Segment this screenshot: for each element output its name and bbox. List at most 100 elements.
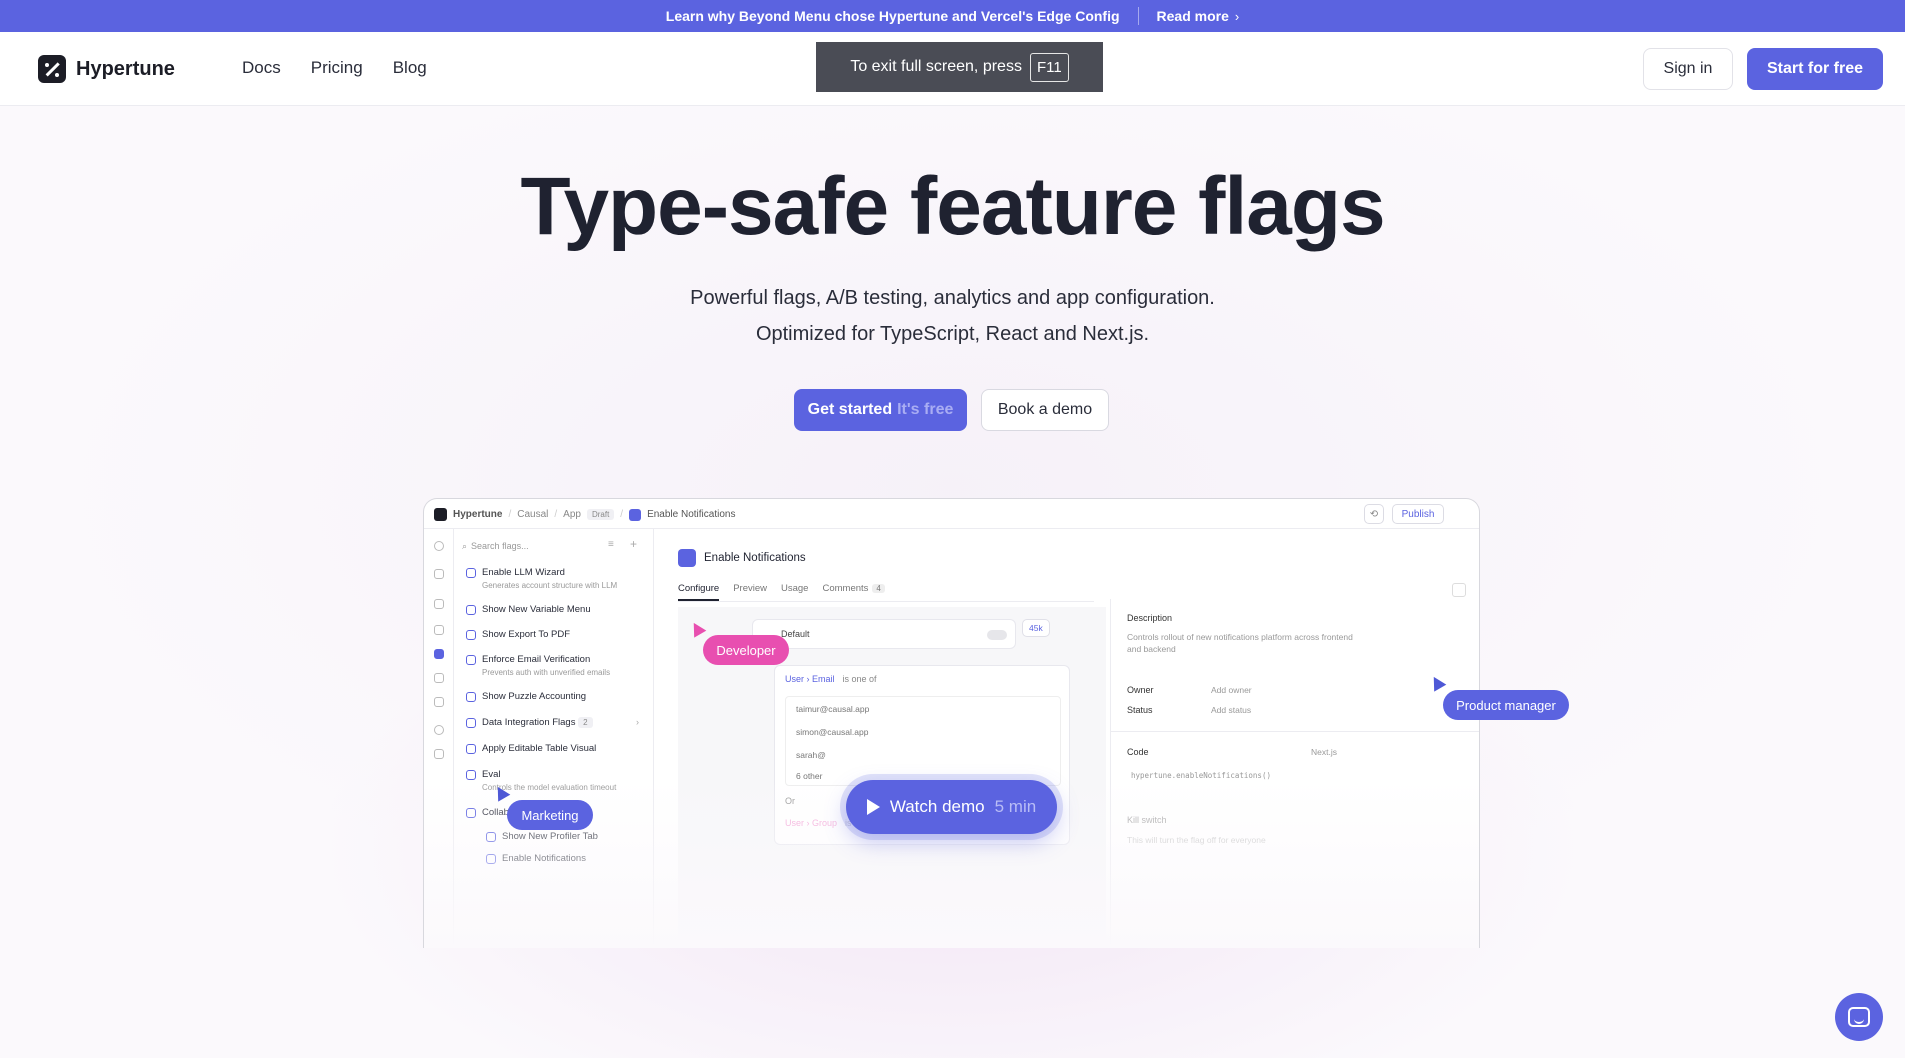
developer-tag: Developer: [703, 635, 789, 665]
announcement-text[interactable]: Learn why Beyond Menu chose Hypertune an…: [666, 8, 1120, 24]
flag-title: Show New Variable Menu: [482, 604, 591, 615]
flag-icon: [486, 832, 496, 842]
code-framework: Next.js: [1311, 747, 1337, 757]
toggle-switch: [987, 630, 1007, 640]
flag-icon: [466, 744, 476, 754]
hero-subtitle: Powerful flags, A/B testing, analytics a…: [0, 280, 1905, 352]
description-label: Description: [1127, 613, 1173, 623]
breadcrumb-separator: /: [554, 509, 558, 520]
flag-icon: [678, 549, 696, 567]
flags-icon: [434, 649, 444, 659]
get-started-button[interactable]: Get started It's free: [794, 389, 967, 431]
status-label: Status: [1127, 705, 1153, 715]
flag-list-item: Enable Notifications: [486, 853, 586, 864]
breadcrumb-separator: /: [508, 509, 512, 520]
rule-condition: User › Email is one of: [785, 674, 877, 684]
preview-topbar: Hypertune / Causal / App Draft / Enable …: [424, 499, 1479, 529]
watch-demo-duration: 5 min: [994, 797, 1037, 816]
folder-icon: [466, 718, 476, 728]
group-count: 2: [578, 717, 593, 728]
preview-tabs: Configure Preview Usage Comments 4: [678, 583, 885, 601]
folder-icon: [466, 808, 476, 818]
flag-list-item: Show New Profiler Tab: [486, 831, 598, 842]
flag-icon: [629, 508, 642, 521]
announcement-divider: [1137, 7, 1139, 25]
watch-demo-button[interactable]: Watch demo 5 min: [846, 780, 1057, 834]
chevron-right-icon: ›: [636, 717, 639, 727]
owner-value: Add owner: [1211, 685, 1252, 695]
read-more-link[interactable]: Read more ›: [1157, 8, 1240, 24]
product-manager-tag: Product manager: [1443, 690, 1569, 720]
its-free-label: It's free: [897, 401, 954, 418]
fullscreen-toast-text: To exit full screen, press: [850, 58, 1022, 75]
comments-count: 4: [872, 584, 885, 593]
flag-icon: [466, 770, 476, 780]
filter-icon: ≡: [608, 539, 614, 550]
brand-name: Hypertune: [76, 57, 175, 80]
rule-values: taimur@causal.app simon@causal.app sarah…: [785, 696, 1061, 786]
default-label: Default: [781, 629, 810, 639]
sign-in-button[interactable]: Sign in: [1643, 48, 1733, 90]
add-flag-icon: +: [630, 537, 638, 551]
announcement-bar: Learn why Beyond Menu chose Hypertune an…: [0, 0, 1905, 32]
flag-icon: [466, 630, 476, 640]
code-snippet: hypertune.enableNotifications(): [1131, 771, 1271, 780]
flag-group-item: Data Integration Flags 2: [466, 717, 593, 728]
kill-switch-label: Kill switch: [1127, 815, 1167, 825]
rule-attribute: User › Group: [785, 818, 838, 828]
tab-comments: Comments 4: [822, 583, 885, 601]
triangle-icon: [434, 697, 444, 707]
flag-title: Show Export To PDF: [482, 629, 571, 640]
flag-title: Enable LLM Wizard: [482, 567, 565, 578]
preview-publish-button: Publish: [1392, 504, 1444, 524]
nav-docs[interactable]: Docs: [242, 58, 281, 78]
flag-list-item: Eval Controls the model evaluation timeou…: [466, 769, 616, 792]
description-text: Controls rollout of new notifications pl…: [1127, 632, 1353, 654]
flag-icon: [466, 568, 476, 578]
chat-launcher-button[interactable]: [1835, 993, 1883, 1041]
book-a-demo-button[interactable]: Book a demo: [981, 389, 1109, 431]
read-more-label: Read more: [1156, 8, 1229, 24]
breadcrumb-separator: /: [620, 509, 624, 520]
settings-icon: [434, 725, 444, 735]
brand-logo-link[interactable]: Hypertune: [38, 55, 175, 83]
get-started-label: Get started: [807, 401, 893, 418]
flag-title: Show New Profiler Tab: [502, 831, 598, 842]
flag-title: Enforce Email Verification: [482, 654, 591, 665]
flag-list-item: Show New Variable Menu: [466, 604, 591, 615]
app-preview: Hypertune / Causal / App Draft / Enable …: [423, 498, 1480, 948]
preview-brand: Hypertune: [453, 509, 503, 520]
tabs-divider: [678, 601, 1094, 602]
search-icon: ⌕: [462, 540, 468, 551]
nav-blog[interactable]: Blog: [393, 58, 427, 78]
preview-breadcrumb: Hypertune / Causal / App Draft / Enable …: [434, 508, 735, 521]
flag-list-item: Apply Editable Table Visual: [466, 743, 596, 754]
tab-comments-label: Comments: [822, 583, 869, 594]
flag-icon: [466, 692, 476, 702]
preview-crumb-flag: Enable Notifications: [647, 509, 736, 520]
flag-subtitle: Prevents auth with unverified emails: [482, 668, 611, 677]
flag-list-item: Show Puzzle Accounting: [466, 691, 586, 702]
tab-configure: Configure: [678, 583, 720, 601]
chat-icon: [434, 599, 444, 609]
main-nav: Docs Pricing Blog: [242, 58, 427, 78]
rule-attribute: User › Email: [785, 674, 835, 684]
flag-icon: [466, 605, 476, 615]
owner-label: Owner: [1127, 685, 1154, 695]
preview-logo-icon: [434, 508, 447, 521]
stat-pill: 45k: [1022, 619, 1050, 637]
start-for-free-button[interactable]: Start for free: [1747, 48, 1883, 90]
or-label: Or: [785, 796, 795, 806]
preview-flag-list: ⌕ Search flags... ≡ + Enable LLM Wizard G…: [454, 529, 654, 948]
flag-title: Apply Editable Table Visual: [482, 743, 597, 754]
hypertune-logo-icon: [38, 55, 66, 83]
history-icon: ⟲: [1364, 504, 1384, 524]
fullscreen-toast: To exit full screen, press F11: [816, 42, 1103, 92]
search-placeholder: Search flags...: [471, 541, 529, 551]
rule-value: 6 other: [796, 771, 823, 781]
default-rule-card: Default: [752, 619, 1016, 649]
nav-pricing[interactable]: Pricing: [311, 58, 363, 78]
preview-icon-rail: [424, 529, 454, 948]
code-label: Code: [1127, 747, 1149, 757]
rule-operator: is one of: [842, 674, 877, 684]
